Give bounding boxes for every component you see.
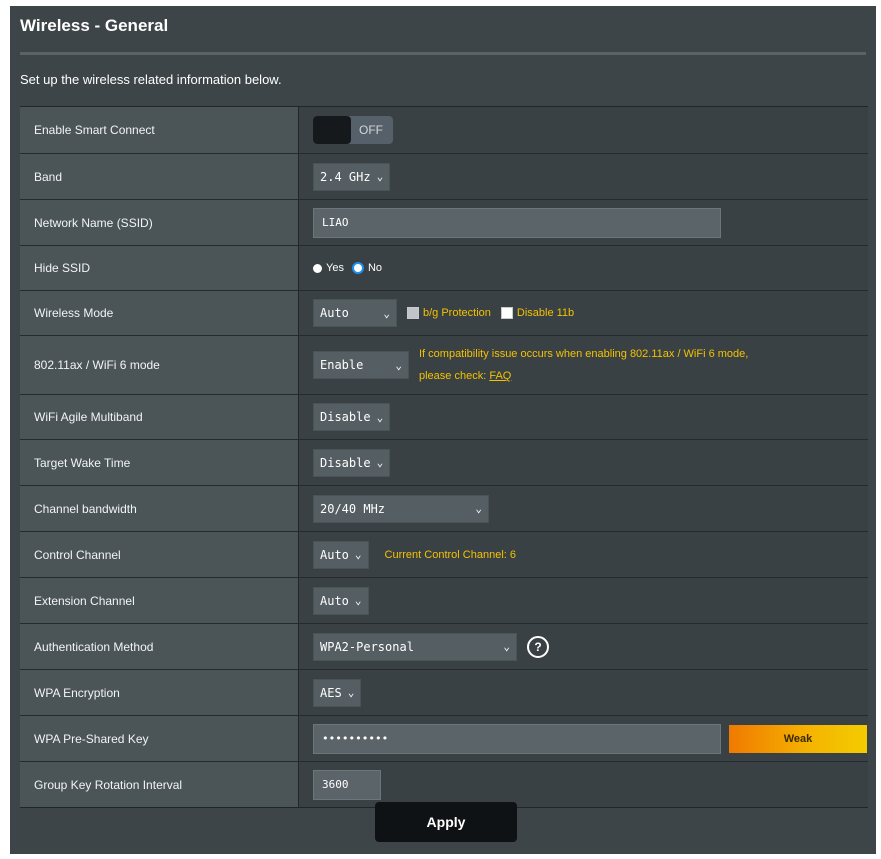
control-channel-label: Control Channel xyxy=(20,532,299,577)
target-wake-time-select[interactable]: Disable ⌄ xyxy=(313,448,391,477)
row-auth-method: Authentication Method WPA2-Personal ⌄ ? xyxy=(20,624,868,670)
chevron-down-icon: ⌄ xyxy=(354,594,362,607)
hide-ssid-label: Hide SSID xyxy=(20,246,299,290)
chevron-down-icon: ⌄ xyxy=(376,410,384,424)
psk-label: WPA Pre-Shared Key xyxy=(20,716,299,761)
chevron-down-icon: ⌄ xyxy=(503,640,510,653)
wifi6-note-line1: If compatibility issue occurs when enabl… xyxy=(419,348,749,360)
ssid-input[interactable]: LIAO xyxy=(313,207,721,238)
wpa-encryption-select[interactable]: AES ⌄ xyxy=(313,678,362,707)
wireless-mode-select[interactable]: Auto ⌄ xyxy=(313,299,397,327)
band-select[interactable]: 2.4 GHz ⌄ xyxy=(313,162,391,191)
row-target-wake-time: Target Wake Time Disable ⌄ xyxy=(20,440,868,486)
chevron-down-icon: ⌄ xyxy=(383,306,390,320)
wifi6-value: Enable xyxy=(320,358,364,372)
agile-multiband-value: Disable xyxy=(320,410,371,424)
extension-channel-label: Extension Channel xyxy=(20,578,299,623)
row-band: Band 2.4 GHz ⌄ xyxy=(20,154,868,200)
wpa-encryption-value: AES xyxy=(320,685,342,700)
chevron-down-icon: ⌄ xyxy=(347,686,355,699)
wireless-mode-label: Wireless Mode xyxy=(20,291,299,335)
row-wifi6-mode: 802.11ax / WiFi 6 mode Enable ⌄ If compa… xyxy=(20,336,868,395)
radio-yes-label: Yes xyxy=(326,262,344,274)
channel-bandwidth-select[interactable]: 20/40 MHz ⌄ xyxy=(313,494,489,523)
smart-connect-label: Enable Smart Connect xyxy=(20,107,299,153)
ssid-label: Network Name (SSID) xyxy=(20,200,299,245)
page-subtitle: Set up the wireless related information … xyxy=(20,72,282,87)
group-key-label: Group Key Rotation Interval xyxy=(20,762,299,807)
password-strength-indicator: Weak xyxy=(729,724,867,753)
target-wake-time-label: Target Wake Time xyxy=(20,440,299,485)
band-value: 2.4 GHz xyxy=(320,169,371,184)
faq-link[interactable]: FAQ xyxy=(489,370,511,382)
hide-ssid-yes-radio[interactable]: Yes xyxy=(313,262,344,274)
extension-channel-select[interactable]: Auto ⌄ xyxy=(313,586,369,615)
toggle-knob xyxy=(313,116,351,144)
auth-method-label: Authentication Method xyxy=(20,624,299,669)
row-psk: WPA Pre-Shared Key •••••••••• Weak xyxy=(20,716,868,762)
chevron-down-icon: ⌄ xyxy=(354,548,362,561)
agile-multiband-label: WiFi Agile Multiband xyxy=(20,395,299,439)
band-label: Band xyxy=(20,154,299,199)
apply-button[interactable]: Apply xyxy=(375,802,517,842)
chevron-down-icon: ⌄ xyxy=(376,170,384,183)
agile-multiband-select[interactable]: Disable ⌄ xyxy=(313,403,391,431)
row-channel-bandwidth: Channel bandwidth 20/40 MHz ⌄ xyxy=(20,486,868,532)
wifi6-note: If compatibility issue occurs when enabl… xyxy=(419,343,748,387)
row-extension-channel: Extension Channel Auto ⌄ xyxy=(20,578,868,624)
chevron-down-icon: ⌄ xyxy=(475,502,482,515)
channel-bandwidth-value: 20/40 MHz xyxy=(320,501,386,516)
wifi6-select[interactable]: Enable ⌄ xyxy=(313,351,409,379)
extension-channel-value: Auto xyxy=(320,593,349,608)
wireless-mode-value: Auto xyxy=(320,306,349,320)
auth-method-value: WPA2-Personal xyxy=(320,639,414,654)
radio-unselected-icon xyxy=(313,263,322,273)
target-wake-time-value: Disable xyxy=(320,455,371,470)
row-smart-connect: Enable Smart Connect OFF xyxy=(20,107,868,154)
auth-method-select[interactable]: WPA2-Personal ⌄ xyxy=(313,632,517,661)
wifi6-note-line2: please check: xyxy=(419,370,487,382)
row-ssid: Network Name (SSID) LIAO xyxy=(20,200,868,246)
wifi6-label: 802.11ax / WiFi 6 mode xyxy=(20,336,299,394)
psk-input[interactable]: •••••••••• xyxy=(313,723,721,754)
smart-connect-toggle[interactable]: OFF xyxy=(313,116,393,144)
title-divider xyxy=(20,52,866,55)
chevron-down-icon: ⌄ xyxy=(395,358,402,372)
checkbox-checked-icon xyxy=(407,307,419,319)
control-channel-select[interactable]: Auto ⌄ xyxy=(313,540,369,569)
disable-11b-checkbox[interactable]: Disable 11b xyxy=(500,307,575,319)
channel-bandwidth-label: Channel bandwidth xyxy=(20,486,299,531)
chevron-down-icon: ⌄ xyxy=(376,456,384,469)
bg-protection-checkbox[interactable]: b/g Protection xyxy=(407,307,491,319)
current-control-channel: Current Control Channel: 6 xyxy=(384,548,516,561)
settings-form: Enable Smart Connect OFF Band 2.4 GHz ⌄ … xyxy=(20,106,868,808)
wpa-encryption-label: WPA Encryption xyxy=(20,670,299,715)
hide-ssid-no-radio[interactable]: No xyxy=(351,262,383,274)
page-title: Wireless - General xyxy=(20,16,169,35)
toggle-state: OFF xyxy=(359,123,383,137)
control-channel-value: Auto xyxy=(320,547,349,562)
row-wpa-encryption: WPA Encryption AES ⌄ xyxy=(20,670,868,716)
help-icon[interactable]: ? xyxy=(527,635,549,658)
wifi6-note-line2-wrap: please check: FAQ xyxy=(419,365,748,387)
radio-selected-icon xyxy=(351,262,364,274)
radio-no-label: No xyxy=(367,262,383,274)
checkbox-icon xyxy=(500,307,513,319)
row-wireless-mode: Wireless Mode Auto ⌄ b/g Protection Disa… xyxy=(20,291,868,336)
group-key-input[interactable]: 3600 xyxy=(313,769,381,800)
row-group-key: Group Key Rotation Interval 3600 xyxy=(20,762,868,807)
wireless-general-panel: Wireless - General Set up the wireless r… xyxy=(10,6,876,854)
disable-11b-label: Disable 11b xyxy=(516,307,575,319)
row-hide-ssid: Hide SSID Yes No xyxy=(20,246,868,291)
row-agile-multiband: WiFi Agile Multiband Disable ⌄ xyxy=(20,395,868,440)
row-control-channel: Control Channel Auto ⌄ Current Control C… xyxy=(20,532,868,578)
bg-protection-label: b/g Protection xyxy=(423,307,491,319)
